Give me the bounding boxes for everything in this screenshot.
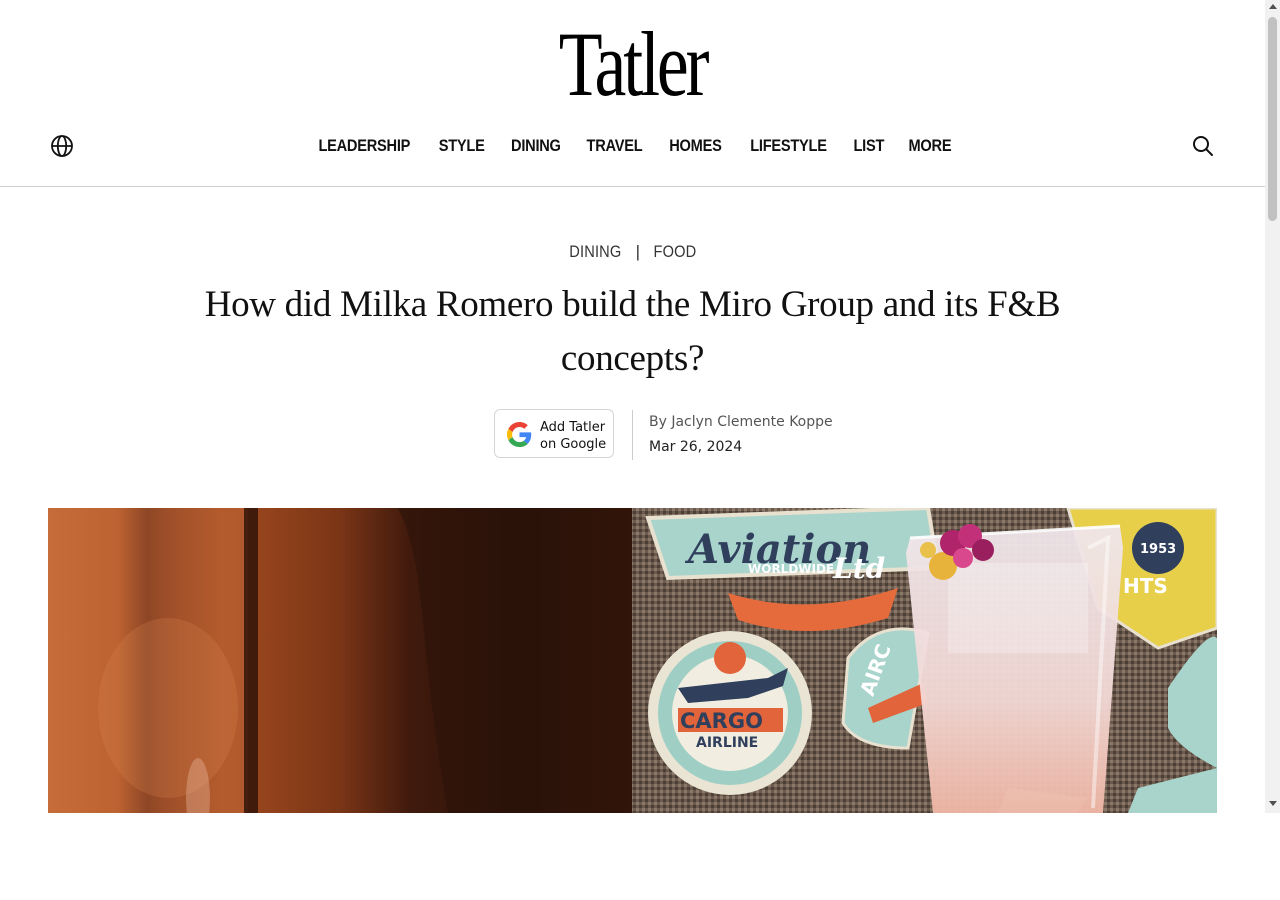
header-divider — [0, 186, 1265, 187]
nav-homes[interactable]: HOMES — [666, 136, 725, 156]
publish-date: Mar 26, 2024 — [649, 439, 743, 455]
nav-list[interactable]: LIST — [850, 136, 888, 156]
byline-divider — [632, 410, 633, 460]
scroll-thumb[interactable] — [1268, 17, 1277, 221]
category-dining[interactable]: DINING — [569, 242, 621, 262]
vertical-scrollbar[interactable] — [1265, 0, 1280, 813]
nav-style[interactable]: STYLE — [435, 136, 488, 156]
add-tatler-on-google-button[interactable]: Add Tatler on Google — [494, 409, 614, 458]
nav-dining[interactable]: DINING — [507, 136, 564, 156]
google-icon — [507, 422, 532, 447]
nav-leadership[interactable]: LEADERSHIP — [315, 136, 414, 156]
nav-more[interactable]: MORE — [905, 136, 955, 156]
hero-image: Aviation WORLDWIDE Ltd CARGO AIRLINE AIR… — [48, 508, 1217, 813]
google-button-line1: Add Tatler — [540, 420, 606, 435]
svg-text:HTS: HTS — [1123, 574, 1168, 598]
globe-icon[interactable] — [50, 134, 74, 158]
author-link[interactable]: Jaclyn Clemente Koppe — [671, 414, 832, 430]
search-icon[interactable] — [1191, 134, 1215, 158]
nav-travel[interactable]: TRAVEL — [583, 136, 646, 156]
breadcrumb-separator: | — [635, 242, 641, 261]
byline-prefix: By — [649, 414, 667, 430]
main-nav: LEADERSHIP STYLE DINING TRAVEL HOMES LIF… — [0, 126, 1265, 166]
nav-links: LEADERSHIP STYLE DINING TRAVEL HOMES LIF… — [0, 126, 1265, 166]
article-headline: How did Milka Romero build the Miro Grou… — [204, 284, 1061, 379]
tatler-logo[interactable]: Tatler — [559, 18, 710, 110]
nav-lifestyle[interactable]: LIFESTYLE — [747, 136, 830, 156]
svg-text:Ltd: Ltd — [832, 552, 885, 585]
scroll-down-arrow[interactable] — [1269, 801, 1277, 806]
breadcrumb: DINING | FOOD — [0, 242, 1265, 262]
svg-text:CARGO: CARGO — [680, 709, 763, 733]
scroll-up-arrow[interactable] — [1269, 4, 1277, 9]
logo-wrap: Tatler — [0, 18, 1265, 110]
svg-text:WORLDWIDE: WORLDWIDE — [748, 562, 834, 576]
page: Tatler LEADERSHIP STYLE DINING TRAVEL HO… — [0, 0, 1265, 813]
google-button-line2: on Google — [540, 437, 607, 452]
category-food[interactable]: FOOD — [654, 242, 697, 262]
byline: By Jaclyn Clemente Koppe — [649, 414, 833, 430]
svg-text:AIRLINE: AIRLINE — [696, 735, 758, 751]
google-button-label: Add Tatler on Google — [540, 419, 606, 453]
svg-text:1953: 1953 — [1140, 542, 1176, 557]
